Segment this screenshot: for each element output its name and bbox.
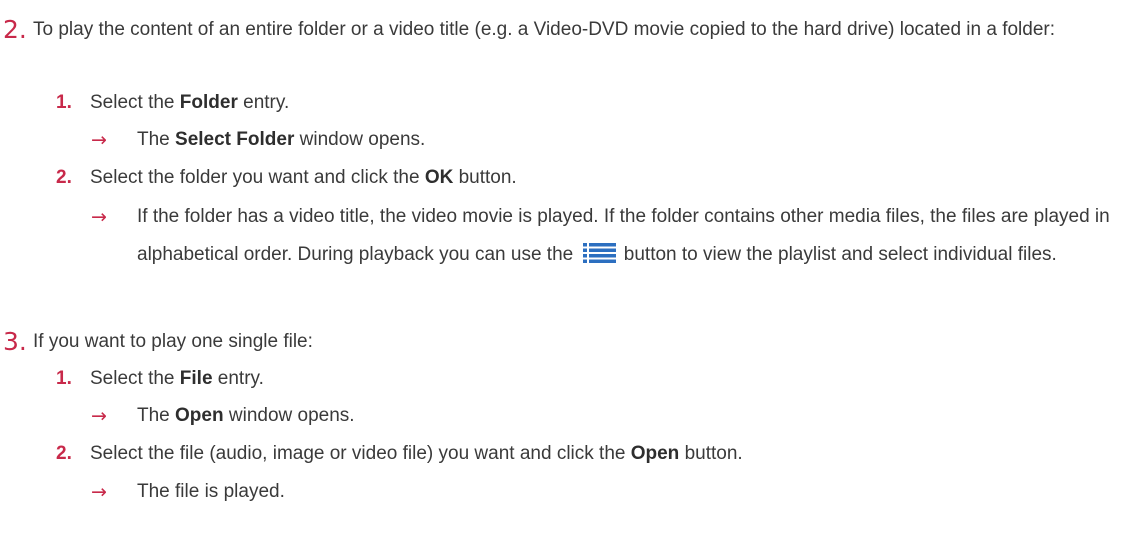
substep-text: Select the file (audio, image or video f… xyxy=(90,443,743,464)
substep-number: 1. xyxy=(56,92,72,113)
arrow-icon: → xyxy=(91,405,107,427)
ui-term: Open xyxy=(630,443,680,464)
step-number: 3. xyxy=(3,327,27,356)
substep-text: Select the Folder entry. xyxy=(90,92,290,113)
arrow-icon: → xyxy=(91,129,107,151)
step-number: 2. xyxy=(3,15,27,44)
ui-term: Open xyxy=(175,405,224,426)
arrow-icon: → xyxy=(91,206,107,228)
substep-number: 1. xyxy=(56,368,72,389)
result-text: If the folder has a video title, the vid… xyxy=(137,206,1110,265)
ui-term: OK xyxy=(424,167,454,188)
result-text: The Select Folder window opens. xyxy=(137,129,426,150)
ui-term: Select Folder xyxy=(175,129,295,150)
result-text: The file is played. xyxy=(137,481,285,502)
substep-text: Select the folder you want and click the… xyxy=(90,167,517,188)
substep-text: Select the File entry. xyxy=(90,368,264,389)
playlist-icon xyxy=(582,243,616,263)
ui-term: File xyxy=(179,368,213,389)
ui-term: Folder xyxy=(179,92,238,113)
substep-number: 2. xyxy=(56,167,72,188)
step-text: If you want to play one single file: xyxy=(33,331,313,352)
result-text: The Open window opens. xyxy=(137,405,355,426)
substep-number: 2. xyxy=(56,443,72,464)
arrow-icon: → xyxy=(91,481,107,503)
step-text: To play the content of an entire folder … xyxy=(33,19,1056,40)
